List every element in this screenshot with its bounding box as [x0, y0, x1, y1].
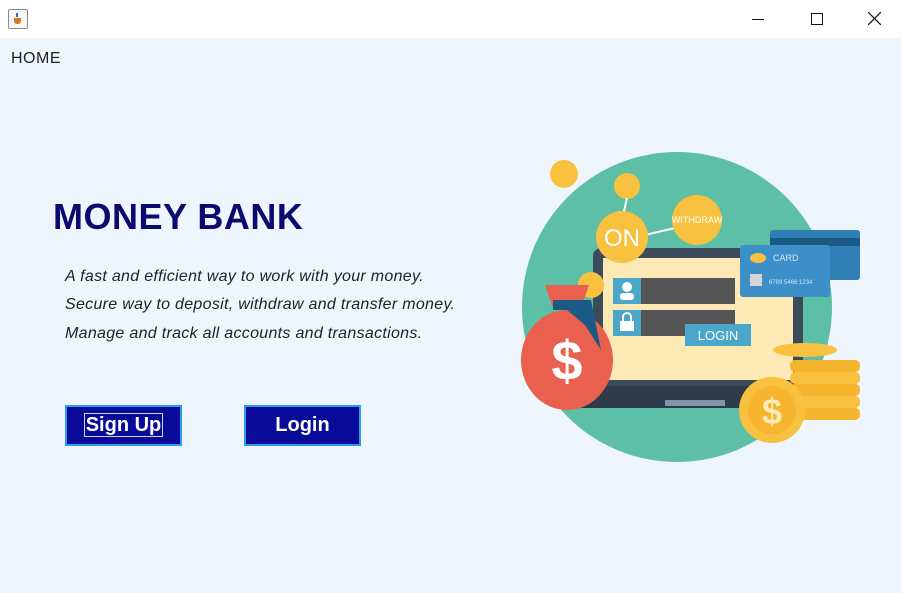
tagline-line: A fast and efficient way to work with yo… [65, 268, 424, 285]
illustration-login-label: LOGIN [698, 328, 738, 343]
sign-up-button-label: Sign Up [83, 413, 164, 437]
withdraw-label: WITHDRAW [672, 215, 723, 225]
on-label: ON [604, 225, 640, 252]
sign-up-button[interactable]: Sign Up [65, 405, 182, 446]
page-title: MONEY BANK [53, 196, 304, 237]
home-nav-label[interactable]: HOME [11, 50, 61, 68]
maximize-button[interactable] [787, 0, 845, 38]
login-button[interactable]: Login [244, 405, 361, 446]
tagline-line: Secure way to deposit, withdraw and tran… [65, 296, 456, 313]
coin-dollar: $ [762, 391, 782, 432]
window-title-bar [0, 0, 901, 39]
minimize-icon [752, 19, 764, 20]
tagline-line: Manage and track all accounts and transa… [65, 325, 423, 342]
card-label: CARD [773, 253, 799, 263]
maximize-icon [811, 13, 823, 25]
money-bag-dollar: $ [551, 329, 582, 392]
java-coffee-icon [8, 9, 28, 29]
close-icon [868, 12, 881, 25]
card-number: 6789 5466 1234 [769, 280, 813, 286]
minimize-button[interactable] [729, 0, 787, 38]
banking-illustration: LOGIN ON WITHDRAW CARD 6789 5466 1234 $ … [521, 152, 860, 462]
login-button-label: Login [275, 414, 330, 436]
close-button[interactable] [845, 0, 901, 38]
